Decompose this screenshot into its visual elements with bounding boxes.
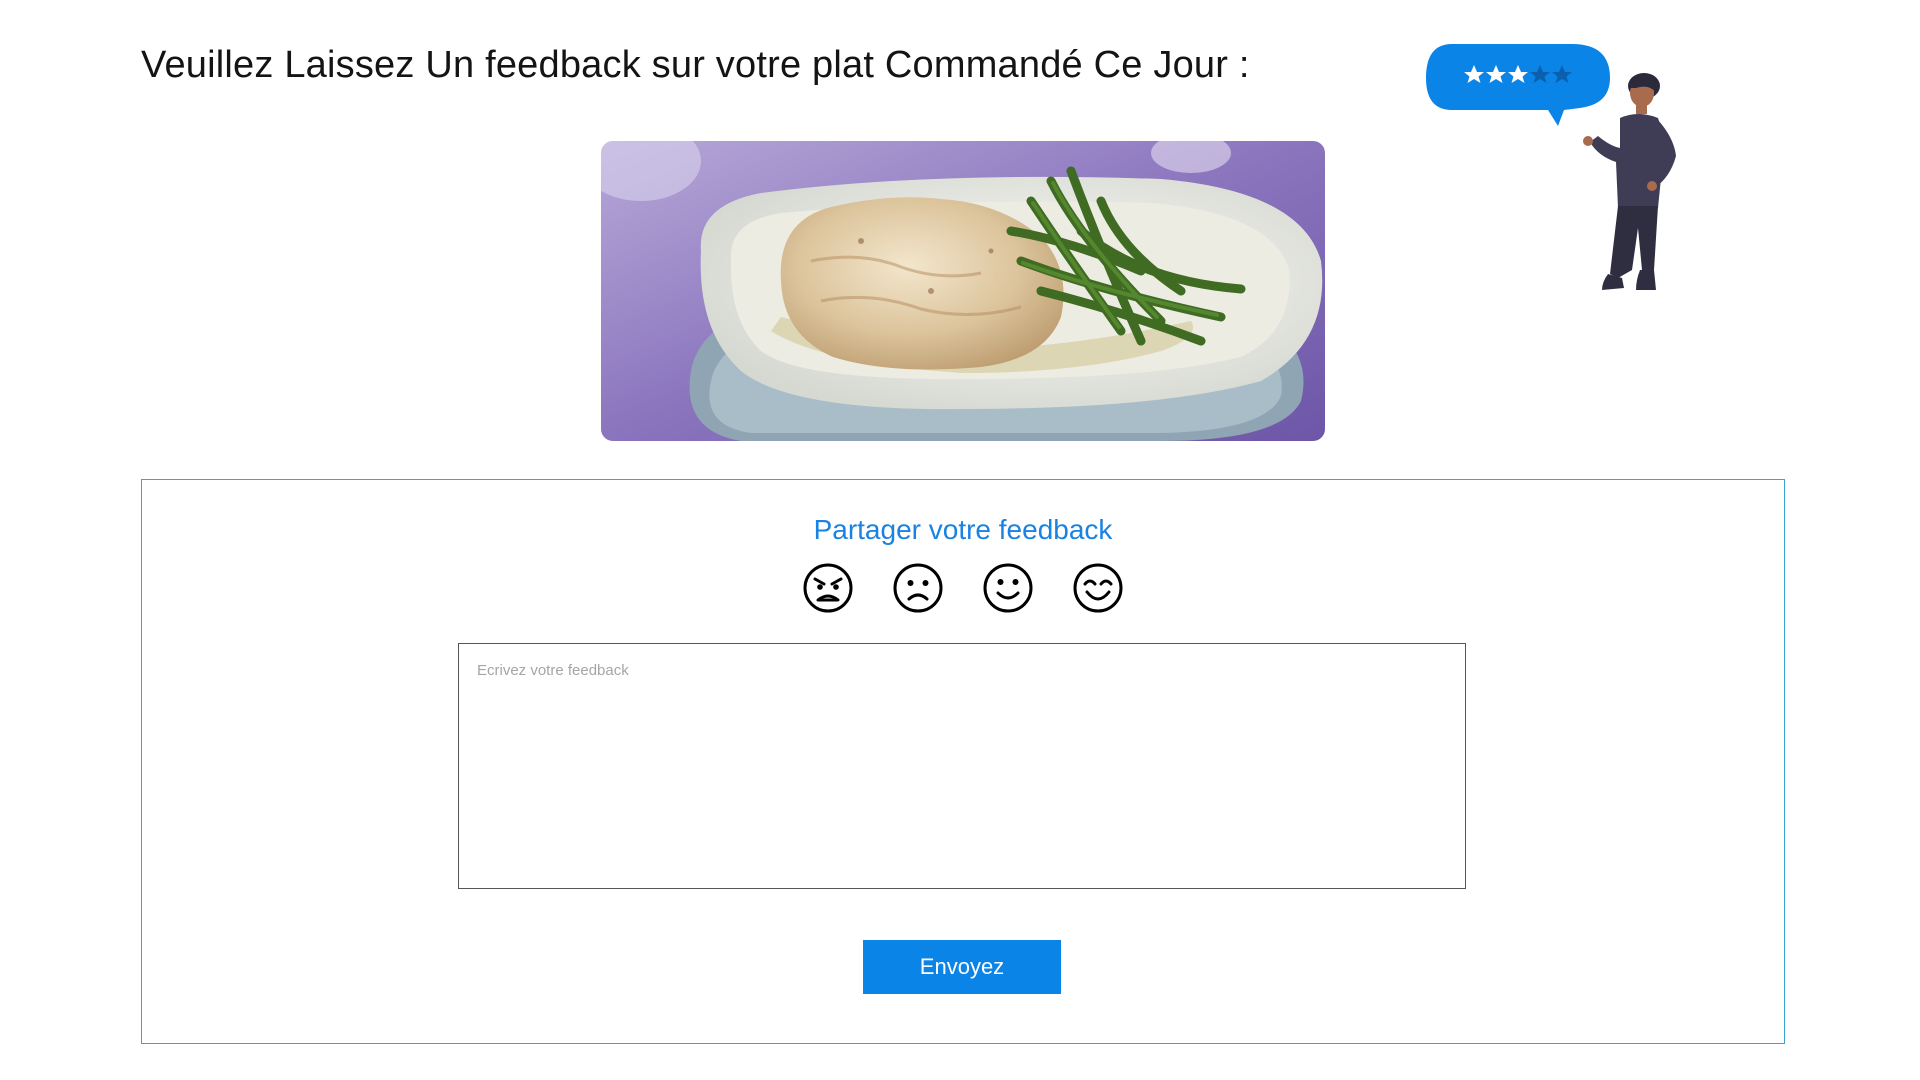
submit-button[interactable]: Envoyez (863, 940, 1061, 994)
feedback-illustration (1422, 38, 1702, 314)
feedback-textarea[interactable] (458, 643, 1466, 889)
sad-face-icon[interactable] (892, 562, 944, 614)
angry-face-icon[interactable] (802, 562, 854, 614)
feedback-card: Partager votre feedback Ecrivez votre fe… (141, 479, 1785, 1044)
dish-photo (601, 141, 1325, 441)
rating-bubble (1426, 44, 1610, 126)
feedback-title: Partager votre feedback (813, 514, 1113, 545)
happy-face-icon[interactable] (1072, 562, 1124, 614)
person-icon (1583, 73, 1676, 290)
smiling-face-icon[interactable] (982, 562, 1034, 614)
page-title: Veuillez Laissez Un feedback sur votre p… (141, 44, 1250, 86)
emoji-rating-row (142, 562, 1784, 614)
